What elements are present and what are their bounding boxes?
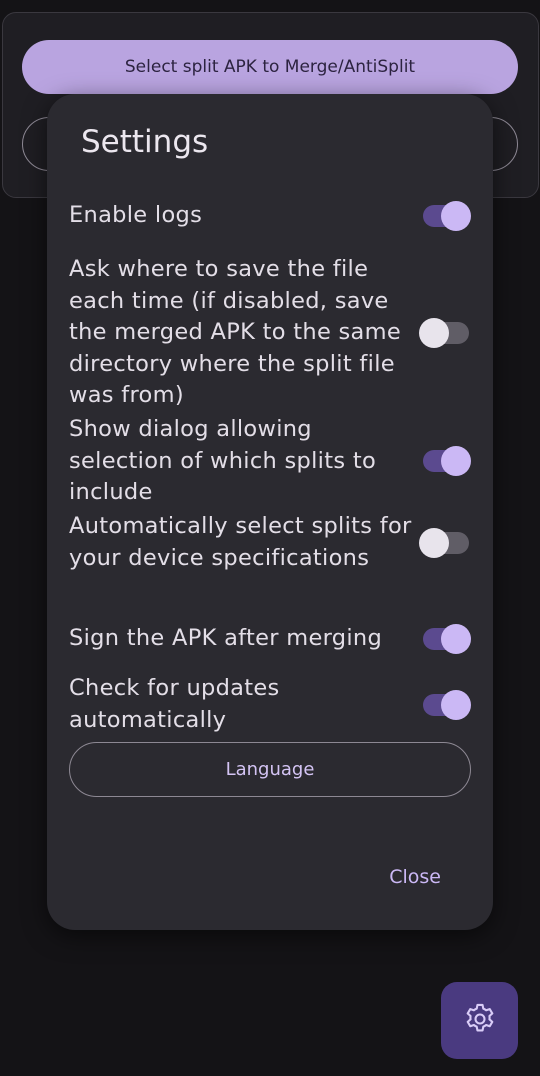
setting-ask-save-location[interactable]: Ask where to save the file each time (if… (69, 254, 469, 412)
toggle-knob (441, 446, 471, 477)
close-button[interactable]: Close (389, 866, 441, 888)
check-updates-toggle[interactable] (423, 689, 471, 720)
auto-select-splits-toggle[interactable] (419, 527, 469, 558)
toggle-knob (441, 689, 471, 720)
dialog-title: Settings (81, 124, 209, 160)
toggle-knob (441, 623, 471, 654)
enable-logs-toggle[interactable] (423, 200, 471, 231)
toggle-knob (419, 317, 449, 348)
select-split-apk-button[interactable]: Select split APK to Merge/AntiSplit (22, 40, 518, 94)
setting-label: Enable logs (69, 202, 203, 228)
setting-label: Sign the APK after merging (69, 625, 383, 651)
setting-enable-logs[interactable]: Enable logs (69, 200, 471, 232)
setting-check-updates[interactable]: Check for updates automatically (69, 673, 471, 736)
setting-label: Automatically select splits for your dev… (69, 513, 412, 571)
setting-show-splits-dialog[interactable]: Show dialog allowing selection of which … (69, 414, 471, 509)
setting-label: Show dialog allowing selection of which … (69, 416, 377, 505)
settings-fab-button[interactable] (441, 982, 518, 1059)
setting-sign-apk[interactable]: Sign the APK after merging (69, 623, 471, 655)
sign-apk-toggle[interactable] (423, 623, 471, 654)
show-splits-dialog-toggle[interactable] (423, 446, 471, 477)
setting-auto-select-splits[interactable]: Automatically select splits for your dev… (69, 511, 469, 574)
language-button[interactable]: Language (69, 742, 471, 797)
toggle-knob (419, 527, 449, 558)
gear-icon (462, 1001, 498, 1041)
settings-dialog: Settings Enable logs Ask where to save t… (47, 94, 493, 930)
toggle-knob (441, 200, 471, 231)
setting-label: Ask where to save the file each time (if… (69, 256, 402, 408)
ask-save-location-toggle[interactable] (419, 317, 469, 348)
setting-label: Check for updates automatically (69, 675, 280, 733)
